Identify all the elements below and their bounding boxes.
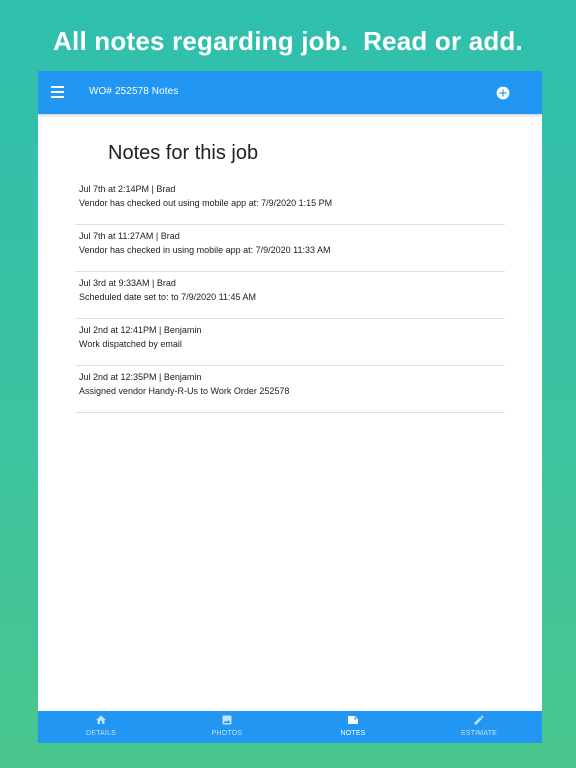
note-meta: Jul 7th at 11:27AM | Brad <box>79 231 180 241</box>
note-text: Work dispatched by email <box>79 339 182 349</box>
note-text: Scheduled date set to: to 7/9/2020 11:45… <box>79 292 256 302</box>
notes-content: Notes for this job Jul 7th at 2:14PM | B… <box>38 114 542 711</box>
nav-label-details: DETAILS <box>85 730 117 737</box>
pencil-icon <box>474 715 484 725</box>
note-item[interactable]: Jul 3rd at 9:33AM | Brad Scheduled date … <box>75 272 505 319</box>
note-meta: Jul 2nd at 12:41PM | Benjamin <box>79 325 202 335</box>
note-meta: Jul 2nd at 12:35PM | Benjamin <box>79 372 202 382</box>
page-title: Notes for this job <box>108 142 259 164</box>
image-icon <box>222 715 232 725</box>
home-icon <box>96 715 106 724</box>
bottom-navigation: DETAILS PHOTOS NOTES ESTIMATE <box>38 711 542 743</box>
note-meta: Jul 3rd at 9:33AM | Brad <box>79 278 176 288</box>
nav-label-notes: NOTES <box>340 730 366 737</box>
note-text: Assigned vendor Handy-R-Us to Work Order… <box>79 386 290 396</box>
nav-tab-estimate[interactable]: ESTIMATE <box>416 711 542 743</box>
note-text: Vendor has checked in using mobile app a… <box>79 245 331 255</box>
note-meta: Jul 7th at 2:14PM | Brad <box>79 184 176 194</box>
nav-tab-notes[interactable]: NOTES <box>290 711 416 743</box>
note-text: Vendor has checked out using mobile app … <box>79 198 333 208</box>
app-screen: WO# 252578 Notes Notes for this job Jul … <box>38 71 542 743</box>
app-bar: WO# 252578 Notes <box>38 71 542 114</box>
notes-list: Jul 7th at 2:14PM | Brad Vendor has chec… <box>75 178 505 413</box>
nav-label-estimate: ESTIMATE <box>460 730 498 737</box>
promo-banner-text: All notes regarding job. Read or add. <box>53 26 523 56</box>
nav-tab-details[interactable]: DETAILS <box>38 711 164 743</box>
nav-label-photos: PHOTOS <box>211 730 243 737</box>
add-circle-icon[interactable] <box>496 86 510 100</box>
note-item[interactable]: Jul 2nd at 12:35PM | Benjamin Assigned v… <box>75 366 505 413</box>
app-bar-title: WO# 252578 Notes <box>89 86 179 97</box>
hamburger-menu-icon[interactable] <box>51 86 64 98</box>
nav-tab-photos[interactable]: PHOTOS <box>164 711 290 743</box>
note-item[interactable]: Jul 7th at 11:27AM | Brad Vendor has che… <box>75 225 505 272</box>
note-item[interactable]: Jul 2nd at 12:41PM | Benjamin Work dispa… <box>75 319 505 366</box>
note-icon <box>348 716 358 724</box>
note-item[interactable]: Jul 7th at 2:14PM | Brad Vendor has chec… <box>75 178 505 225</box>
